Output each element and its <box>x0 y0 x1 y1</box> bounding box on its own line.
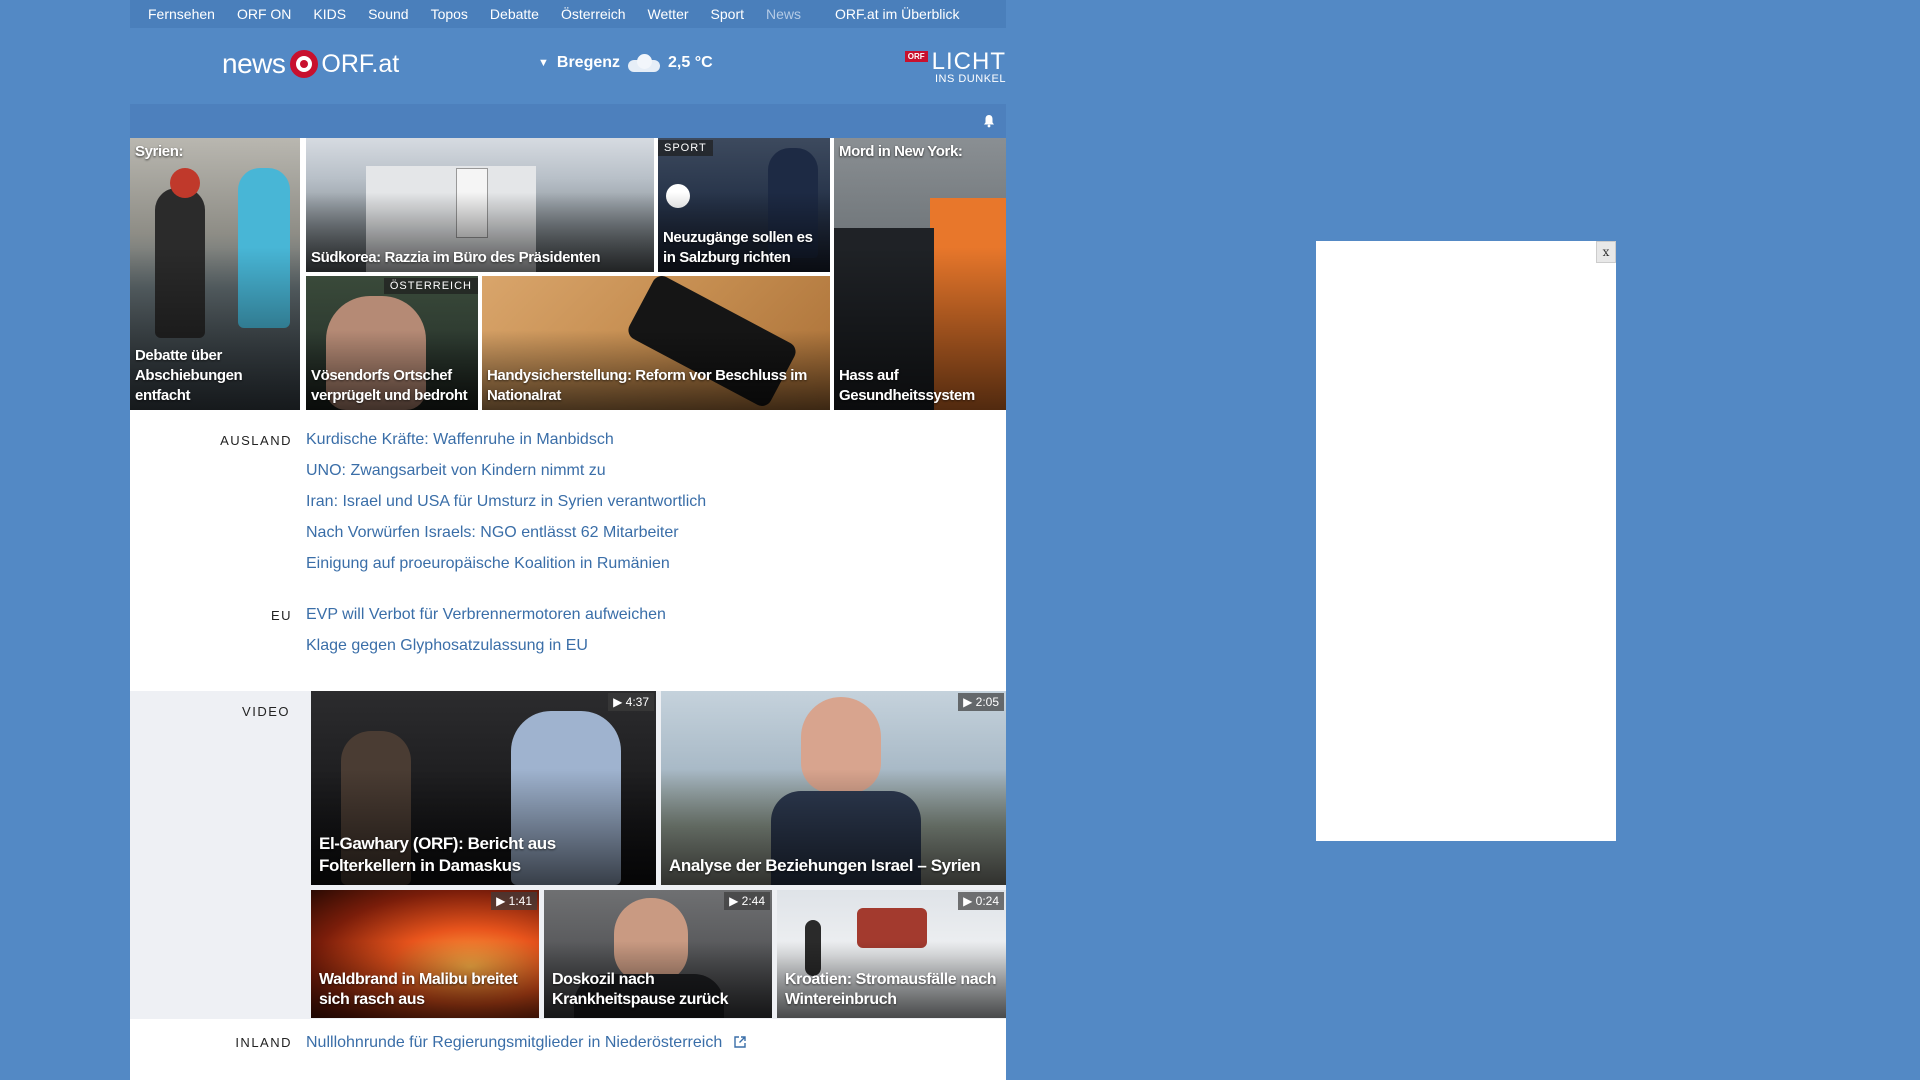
teaser-sport[interactable]: SPORT Neuzugänge sollen es in Salzburg r… <box>658 138 830 272</box>
section-label: AUSLAND <box>220 433 292 448</box>
video-duration: ▶ 2:44 <box>724 892 770 910</box>
video-duration: ▶ 1:41 <box>491 892 537 910</box>
headline-link[interactable]: UNO: Zwangsarbeit von Kindern nimmt zu <box>306 455 706 486</box>
teaser-suedkorea[interactable]: Südkorea: Razzia im Büro des Präsidenten <box>306 138 654 272</box>
teaser-caption: Hass auf Gesundheitssystem <box>839 367 975 404</box>
ad-close-button[interactable]: x <box>1596 241 1616 263</box>
weather-temperature: 2,5 °C <box>668 54 713 71</box>
licht-title: LICHT <box>931 48 1006 75</box>
toolbar-strip <box>130 104 1006 138</box>
nav-sport[interactable]: Sport <box>711 6 744 22</box>
teaser-oesterreich[interactable]: ÖSTERREICH Vösendorfs Ortschef verprügel… <box>306 276 478 410</box>
nav-debatte[interactable]: Debatte <box>490 6 539 22</box>
video-caption: Kroatien: Stromausfälle nach Wintereinbr… <box>785 971 997 1008</box>
teaser-caption: Debatte über Abschiebungen entfacht <box>135 347 243 404</box>
bell-icon[interactable] <box>982 114 996 128</box>
news-orf-logo[interactable]: news ORF.at <box>222 48 399 80</box>
headline-list: EVP will Verbot für Verbrennermotoren au… <box>306 599 666 661</box>
headline-link[interactable]: Einigung auf proeuropäische Koalition in… <box>306 548 706 579</box>
video-caption: Waldbrand in Malibu breitet sich rasch a… <box>319 971 518 1008</box>
licht-ins-dunkel-logo[interactable]: ORF LICHT INS DUNKEL <box>904 48 1006 85</box>
teaser-topline: Syrien: <box>135 143 184 160</box>
video-caption: Doskozil nach Krankheitspause zurück <box>552 971 729 1008</box>
video-duration: ▶ 2:05 <box>958 693 1004 711</box>
nav-oesterreich[interactable]: Österreich <box>561 6 626 22</box>
nav-sound[interactable]: Sound <box>368 6 408 22</box>
nav-orf-on[interactable]: ORF ON <box>237 6 291 22</box>
dropdown-triangle-icon: ▼ <box>538 57 549 69</box>
video-tile-malibu[interactable]: ▶ 1:41 Waldbrand in Malibu breitet sich … <box>311 890 539 1018</box>
headline-link[interactable]: Kurdische Kräfte: Waffenruhe in Manbidsc… <box>306 424 706 455</box>
logo-orf-text: ORF.at <box>321 49 400 78</box>
stop-sign <box>170 168 200 198</box>
section-video: VIDEO ▶ 4:37 El-Gawhary (ORF): Bericht a… <box>130 691 1006 1019</box>
weather-widget[interactable]: ▼ Bregenz 2,5 °C <box>538 54 713 72</box>
headline-list: Kurdische Kräfte: Waffenruhe in Manbidsc… <box>306 424 706 579</box>
category-tag: SPORT <box>658 140 713 156</box>
cloud-icon <box>628 54 661 72</box>
orf-badge: ORF <box>904 51 928 62</box>
external-link-icon <box>733 1036 746 1048</box>
nav-overview-link[interactable]: ORF.at im Überblick <box>835 6 959 22</box>
nav-wetter[interactable]: Wetter <box>648 6 689 22</box>
headline-link[interactable]: Nulllohnrunde für Regierungsmitglieder i… <box>306 1028 747 1058</box>
teaser-new-york[interactable]: Mord in New York: Hass auf Gesundheitssy… <box>834 138 1006 410</box>
logo-news-text: news <box>222 48 286 79</box>
section-ausland: AUSLAND Kurdische Kräfte: Waffenruhe in … <box>130 424 1006 584</box>
weather-location: Bregenz <box>556 54 621 71</box>
teaser-caption: Neuzugänge sollen es in Salzburg richten <box>663 229 813 266</box>
nav-kids[interactable]: KIDS <box>313 6 346 22</box>
teaser-caption: Handysicherstellung: Reform vor Beschlus… <box>487 367 807 404</box>
video-tile-damaskus[interactable]: ▶ 4:37 El-Gawhary (ORF): Bericht aus Fol… <box>311 691 656 885</box>
headline-text: Nulllohnrunde für Regierungsmitglieder i… <box>306 1034 723 1051</box>
teaser-caption: Südkorea: Razzia im Büro des Präsidenten <box>311 249 601 266</box>
headline-link[interactable]: Klage gegen Glyphosatzulassung in EU <box>306 630 666 661</box>
category-tag: ÖSTERREICH <box>383 278 478 294</box>
nav-fernsehen[interactable]: Fernsehen <box>148 6 215 22</box>
headline-list: Nulllohnrunde für Regierungsmitglieder i… <box>306 1028 747 1058</box>
video-caption: El-Gawhary (ORF): Bericht aus Folterkell… <box>319 834 556 875</box>
video-duration: ▶ 4:37 <box>608 693 654 711</box>
teaser-topline: Mord in New York: <box>839 143 963 160</box>
video-tile-kroatien[interactable]: ▶ 0:24 Kroatien: Stromausfälle nach Wint… <box>777 890 1006 1018</box>
section-inland: INLAND Nulllohnrunde für Regierungsmitgl… <box>130 1028 1006 1080</box>
headline-link[interactable]: EVP will Verbot für Verbrennermotoren au… <box>306 599 666 630</box>
nav-topos[interactable]: Topos <box>431 6 468 22</box>
orf-network-nav: Fernsehen ORF ON KIDS Sound Topos Debatt… <box>130 0 1006 28</box>
advertisement-slot: x <box>1316 241 1616 841</box>
section-label: EU <box>270 608 292 623</box>
teaser-syrien[interactable]: Syrien: Debatte über Abschiebungen entfa… <box>130 138 300 410</box>
section-label: INLAND <box>235 1035 292 1050</box>
site-header: news ORF.at ▼ Bregenz 2,5 °C ORF LICHT IN… <box>130 28 1006 104</box>
video-duration: ▶ 0:24 <box>958 892 1004 910</box>
main-content: Syrien: Debatte über Abschiebungen entfa… <box>130 138 1006 1080</box>
teaser-caption: Vösendorfs Ortschef verprügelt und bedro… <box>311 367 468 404</box>
headline-link[interactable]: Iran: Israel und USA für Umsturz in Syri… <box>306 486 706 517</box>
section-eu: EU EVP will Verbot für Verbrennermotoren… <box>130 599 1006 669</box>
section-label: VIDEO <box>242 704 290 719</box>
video-caption: Analyse der Beziehungen Israel – Syrien <box>669 856 981 875</box>
orf-eye-icon <box>290 50 319 78</box>
nav-news[interactable]: News <box>766 6 801 22</box>
video-tile-doskozil[interactable]: ▶ 2:44 Doskozil nach Krankheitspause zur… <box>544 890 772 1018</box>
headline-link[interactable]: Nach Vorwürfen Israels: NGO entlässt 62 … <box>306 517 706 548</box>
licht-subtitle: INS DUNKEL <box>934 73 1006 85</box>
video-tile-israel-syrien[interactable]: ▶ 2:05 Analyse der Beziehungen Israel – … <box>661 691 1006 885</box>
teaser-handy[interactable]: Handysicherstellung: Reform vor Beschlus… <box>482 276 830 410</box>
